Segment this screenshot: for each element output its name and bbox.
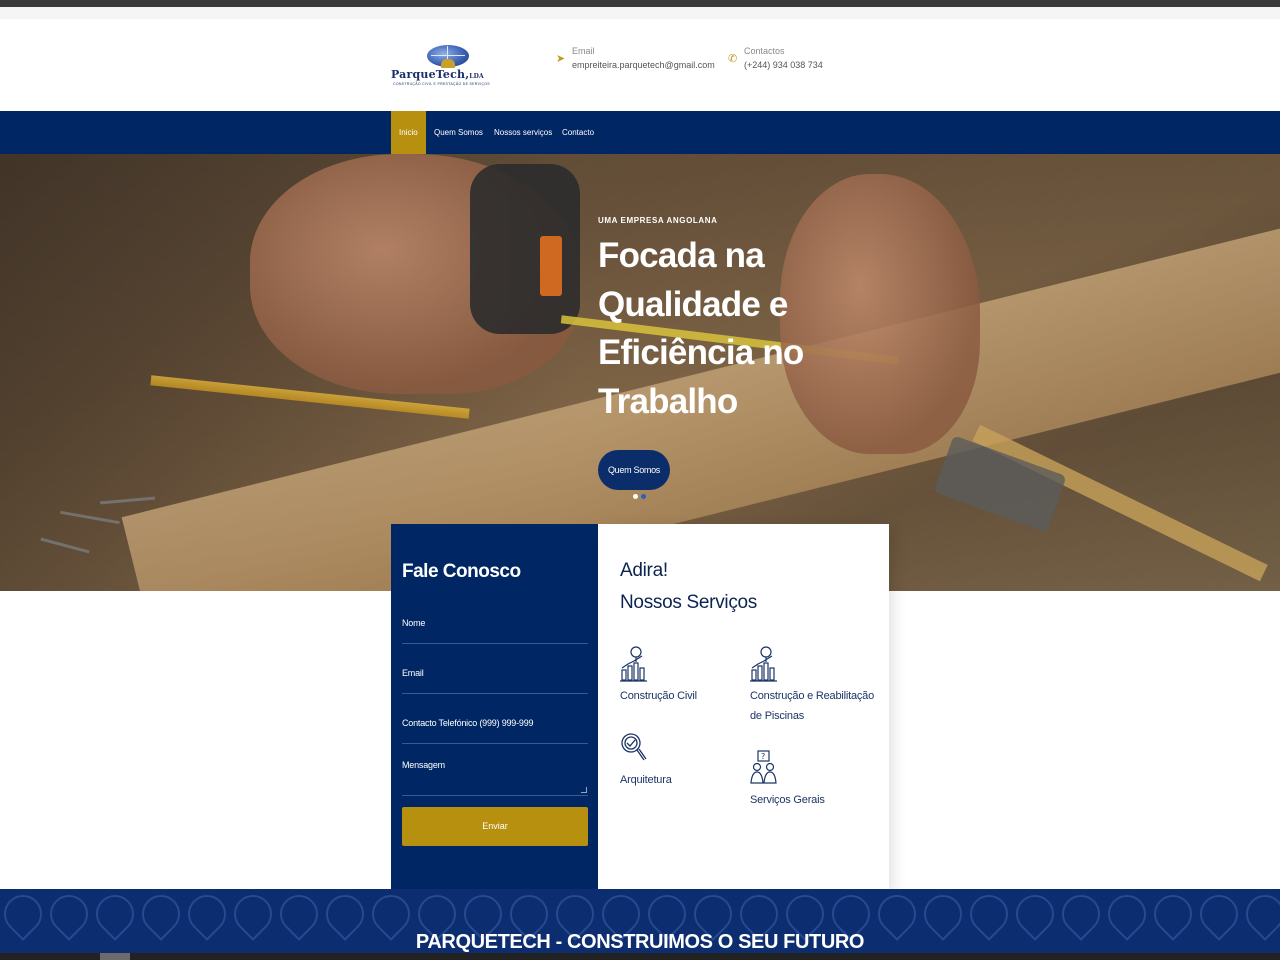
- service-label: Serviços Gerais: [750, 794, 825, 806]
- nav-item-contacto[interactable]: Contacto: [554, 111, 602, 154]
- hero-headline: Focada na Qualidade e Eficiência no Trab…: [598, 236, 804, 421]
- name-placeholder: Nome: [402, 618, 426, 628]
- phone-icon: ✆: [728, 53, 738, 65]
- hero-image-nail: [99, 496, 156, 505]
- phone-field[interactable]: Contacto Telefónico (999) 999-999: [402, 712, 588, 744]
- people-question-icon: ?: [750, 750, 777, 784]
- contact-form-title: Fale Conosco: [402, 561, 521, 582]
- building-chart-icon: [750, 646, 777, 682]
- slider-dot-2[interactable]: [641, 494, 646, 499]
- horizontal-scrollbar[interactable]: [0, 953, 1280, 960]
- magnifier-check-icon: [621, 733, 647, 761]
- nav-item-nossos-servicos[interactable]: Nossos serviços: [486, 111, 560, 154]
- email-value[interactable]: empreiteira.parquetech@gmail.com: [572, 60, 715, 70]
- hero-image-nail: [60, 510, 120, 525]
- service-label: Construção Civil: [620, 690, 697, 702]
- phone-placeholder: Contacto Telefónico (999) 999-999: [402, 718, 534, 728]
- email-label: Email: [572, 46, 595, 56]
- hard-hat-icon: [441, 59, 455, 68]
- nav-item-inicio[interactable]: Inicio: [391, 111, 426, 154]
- message-placeholder: Mensagem: [402, 760, 445, 770]
- site-header: ParqueTech,LDA CONSTRUÇÃO CIVIL E PRESTA…: [0, 19, 1280, 111]
- message-field[interactable]: Mensagem: [402, 756, 588, 796]
- header-phone: ✆ Contactos (+244) 934 038 734: [728, 46, 838, 76]
- footer-band: PARQUETECH - CONSTRUIMOS O SEU FUTURO: [0, 889, 1280, 960]
- hero-image-tape-measure: [470, 164, 580, 334]
- services-title-line2: Nossos Serviços: [620, 592, 757, 613]
- phone-value[interactable]: (+244) 934 038 734: [744, 60, 823, 70]
- browser-top-strip: [0, 0, 1280, 7]
- main-nav: Inicio Quem Somos Nossos serviços Contac…: [0, 111, 1280, 154]
- hero-image-nail: [40, 537, 90, 554]
- textarea-resize-handle[interactable]: [581, 787, 587, 793]
- email-field[interactable]: Email: [402, 662, 588, 694]
- quem-somos-button[interactable]: Quem Somos: [598, 450, 670, 490]
- nav-item-quem-somos[interactable]: Quem Somos: [426, 111, 491, 154]
- service-label: Arquitetura: [620, 774, 672, 786]
- phone-label: Contactos: [744, 46, 785, 56]
- header-email: ➤ Email empreiteira.parquetech@gmail.com: [556, 46, 716, 76]
- contact-form-panel: Fale Conosco Nome Email Contacto Telefón…: [391, 524, 598, 890]
- send-button[interactable]: Enviar: [402, 807, 588, 846]
- email-placeholder: Email: [402, 668, 424, 678]
- parquetech-logo[interactable]: ParqueTech,LDA CONSTRUÇÃO CIVIL E PRESTA…: [391, 45, 509, 89]
- scrollbar-thumb[interactable]: [100, 953, 130, 960]
- services-title-line1: Adira!: [620, 560, 668, 581]
- services-panel: Adira! Nossos Serviços Construção Civil …: [598, 524, 889, 890]
- slider-dot-1[interactable]: [633, 494, 638, 499]
- name-field[interactable]: Nome: [402, 612, 588, 644]
- svg-text:?: ?: [761, 752, 765, 761]
- hero-eyebrow: UMA EMPRESA ANGOLANA: [598, 216, 718, 225]
- top-info-strip: [0, 7, 1280, 19]
- logo-name: ParqueTech,LDA: [391, 68, 484, 81]
- paper-plane-icon: ➤: [556, 53, 566, 65]
- building-chart-icon: [620, 646, 647, 682]
- logo-tagline: CONSTRUÇÃO CIVIL E PRESTAÇÃO DE SERVIÇOS: [393, 82, 490, 86]
- footer-title: PARQUETECH - CONSTRUIMOS O SEU FUTURO: [415, 931, 865, 953]
- service-label: Construção e Reabilitação de Piscinas: [750, 690, 875, 722]
